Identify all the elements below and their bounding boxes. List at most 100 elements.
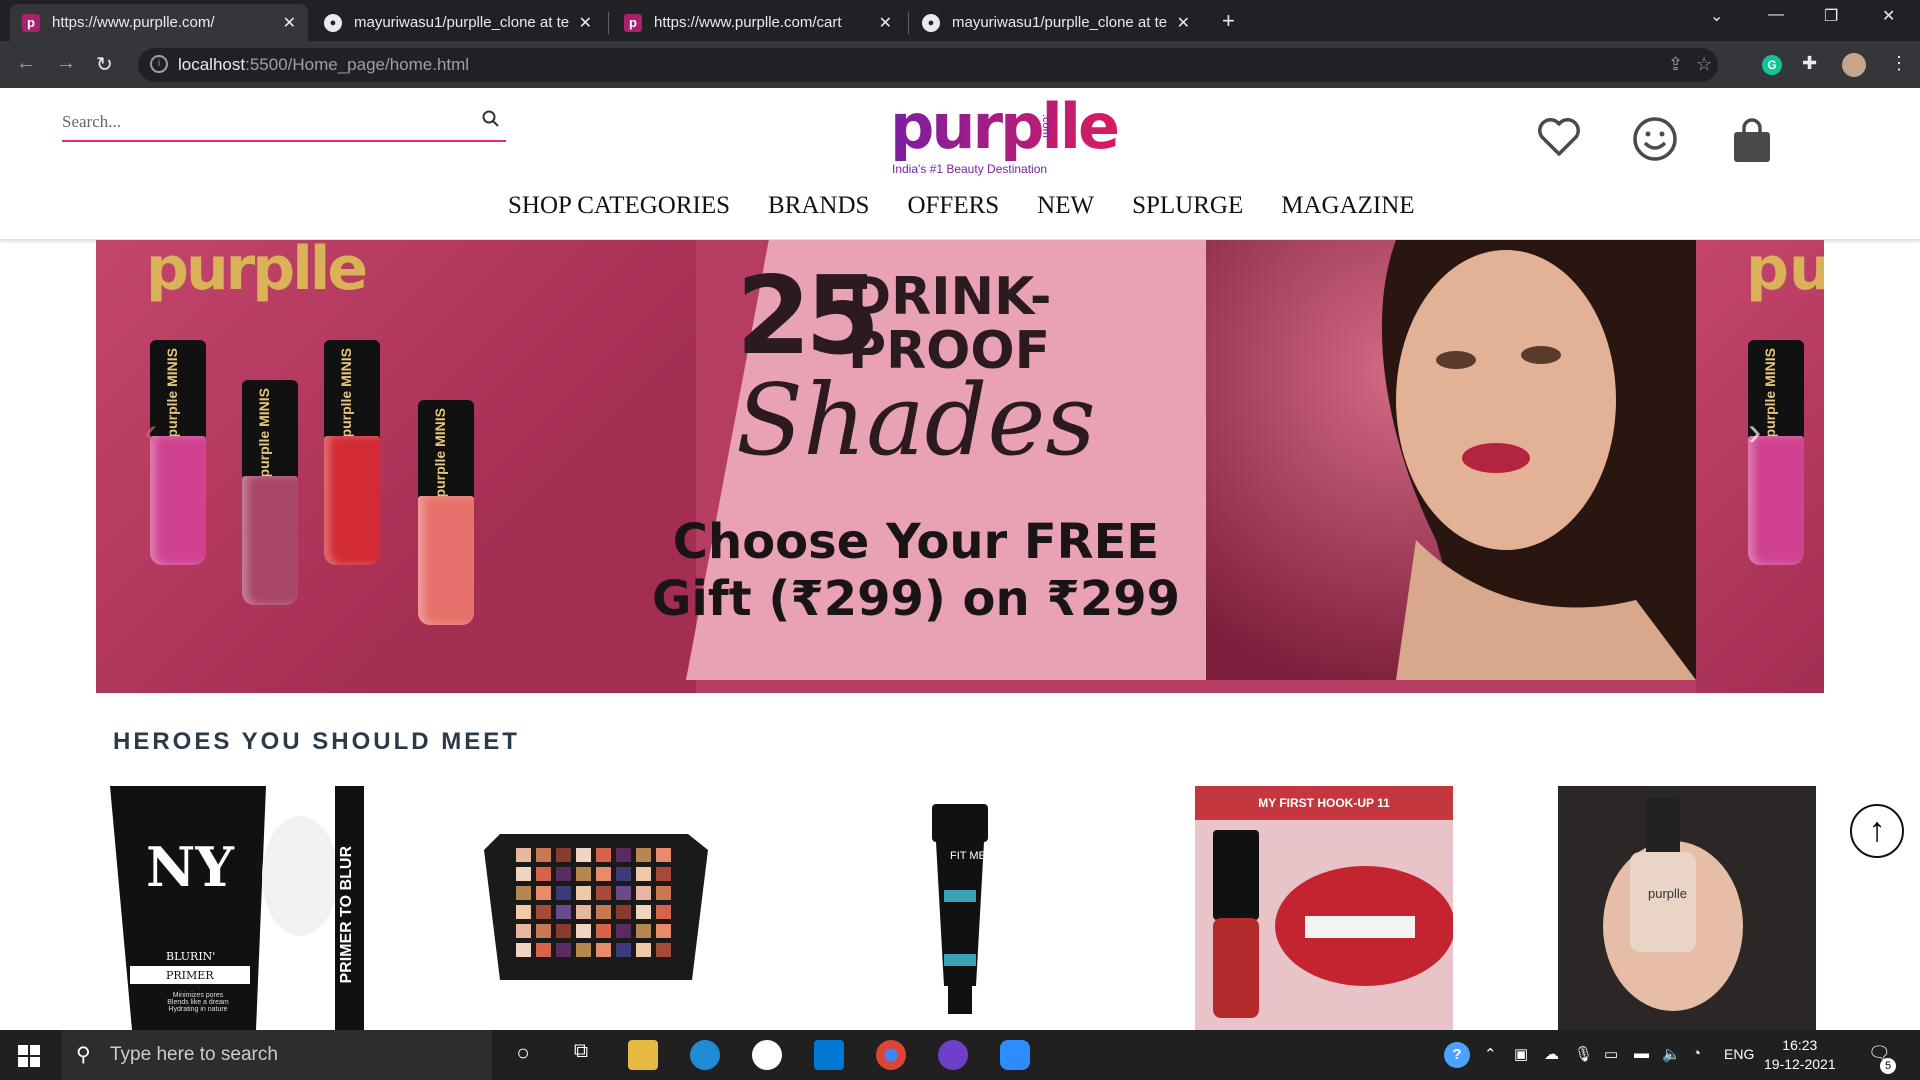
main-nav: SHOP CATEGORIES BRANDS OFFERS NEW SPLURG… (508, 192, 1415, 220)
purplle-logo[interactable]: purplle .com India's #1 Beauty Destinati… (890, 88, 1120, 180)
chrome-icon[interactable] (876, 1040, 906, 1070)
windows-start-icon[interactable] (18, 1045, 40, 1067)
palette-swatch (576, 886, 591, 900)
help-icon[interactable]: ? (1444, 1042, 1470, 1068)
palette-swatch (556, 867, 571, 881)
product-card-nail[interactable]: purplle (1558, 786, 1816, 1030)
microphone-icon[interactable]: 🎙 (1574, 1045, 1593, 1063)
browser-tab-3[interactable]: p https://www.purplle.com/cart ✕ (612, 4, 904, 41)
site-info-icon[interactable]: i (150, 55, 168, 73)
nav-offers[interactable]: OFFERS (907, 192, 999, 220)
palette-swatch (516, 905, 531, 919)
cortana-icon[interactable]: ○ (508, 1040, 538, 1070)
palette-swatch (556, 905, 571, 919)
product-card-lip[interactable]: MY FIRST HOOK-UP 11 (1195, 786, 1453, 1030)
hero-banner-carousel[interactable]: purplle pu purplle MINIS purplle MINIS p… (96, 240, 1824, 693)
forward-icon[interactable]: → (56, 52, 76, 75)
wishlist-heart-icon[interactable] (1536, 116, 1582, 163)
palette-swatch (616, 886, 631, 900)
taskbar-search[interactable]: ⚲ Type here to search (62, 1030, 492, 1080)
browser-tabbar: p https://www.purplle.com/ ✕ ● mayuriwas… (0, 0, 1920, 41)
palette-swatch (596, 924, 611, 938)
profile-avatar[interactable] (1842, 53, 1866, 77)
vscode-icon[interactable] (814, 1040, 844, 1070)
browser-tab-4[interactable]: ● mayuriwasu1/purplle_clone at te ✕ (910, 4, 1202, 41)
browser-toolbar: ← → ↻ i localhost:5500/Home_page/home.ht… (0, 41, 1920, 88)
palette-swatch (536, 943, 551, 957)
carousel-prev-icon[interactable]: ‹ (144, 410, 157, 455)
close-tab-icon[interactable]: ✕ (579, 13, 592, 33)
meet-now-icon[interactable]: ▣ (1514, 1045, 1528, 1063)
product-card-palette[interactable] (480, 786, 712, 1030)
site-header: purplle .com India's #1 Beauty Destinati… (0, 88, 1920, 240)
grammarly-extension-icon[interactable]: G (1762, 55, 1782, 75)
search-icon[interactable] (482, 110, 500, 133)
address-bar[interactable]: i localhost:5500/Home_page/home.html ⇪ ☆ (138, 48, 1718, 82)
browser-tab-1[interactable]: p https://www.purplle.com/ ✕ (10, 4, 308, 41)
browser-menu-icon[interactable]: ⋮ (1890, 53, 1908, 74)
banner-brand-logo: purplle (146, 240, 368, 304)
github-desktop-icon[interactable] (938, 1040, 968, 1070)
close-tab-icon[interactable]: ✕ (1177, 13, 1190, 33)
palette-swatch (636, 867, 651, 881)
close-tab-icon[interactable]: ✕ (879, 13, 892, 33)
wifi-icon[interactable]: ◔ (1692, 1045, 1701, 1062)
logo-wordmark: purplle (890, 90, 1120, 163)
palette-swatch (576, 943, 591, 957)
palette-swatch (536, 848, 551, 862)
close-tab-icon[interactable]: ✕ (283, 13, 296, 33)
onedrive-icon[interactable]: ☁ (1544, 1045, 1559, 1063)
display-icon[interactable]: ▭ (1604, 1045, 1618, 1063)
profile-smiley-icon[interactable] (1632, 116, 1678, 167)
nav-shop-categories[interactable]: SHOP CATEGORIES (508, 192, 730, 220)
share-icon[interactable]: ⇪ (1668, 54, 1683, 75)
palette-swatch (636, 905, 651, 919)
extensions-puzzle-icon[interactable]: ✚ (1802, 53, 1817, 74)
palette-swatch (636, 848, 651, 862)
file-explorer-icon[interactable] (628, 1040, 658, 1070)
volume-icon[interactable]: 🔈 (1662, 1045, 1681, 1063)
maximize-icon[interactable]: ❐ (1824, 6, 1838, 26)
nav-magazine[interactable]: MAGAZINE (1281, 192, 1414, 220)
github-favicon-icon: ● (324, 13, 342, 32)
palette-swatch (636, 943, 651, 957)
search-input[interactable] (62, 104, 442, 140)
clock[interactable]: 16:23 19-12-2021 (1764, 1036, 1836, 1074)
github-favicon-icon: ● (922, 13, 940, 32)
product-card-primer[interactable]: NY PRIMER TO BLUR BLURIN' PRIMER Minimiz… (110, 786, 364, 1030)
slack-icon[interactable] (752, 1040, 782, 1070)
back-icon[interactable]: ← (16, 52, 36, 75)
new-tab-icon[interactable]: + (1222, 8, 1235, 34)
language-indicator[interactable]: ENG (1724, 1046, 1754, 1062)
palette-swatch (616, 867, 631, 881)
url-text[interactable]: localhost:5500/Home_page/home.html (178, 55, 469, 75)
task-view-icon[interactable]: ⧉ (566, 1040, 596, 1070)
reload-icon[interactable]: ↻ (96, 52, 113, 77)
nav-brands[interactable]: BRANDS (768, 192, 869, 220)
palette-swatch (556, 886, 571, 900)
shopping-bag-icon[interactable] (1730, 118, 1774, 169)
close-window-icon[interactable]: ✕ (1882, 6, 1895, 26)
scroll-to-top-button[interactable]: ↑ (1850, 804, 1904, 858)
banner-brand-logo-next: pu (1746, 240, 1824, 304)
notification-count-badge: 5 (1880, 1058, 1896, 1074)
bookmark-star-icon[interactable]: ☆ (1696, 54, 1712, 75)
tab-search-chevron-icon[interactable]: ⌄ (1710, 6, 1723, 26)
search-box (62, 104, 506, 142)
palette-swatch (516, 943, 531, 957)
palette-swatch (576, 848, 591, 862)
battery-icon[interactable]: ▬ (1634, 1045, 1649, 1062)
zoom-icon[interactable] (1000, 1040, 1030, 1070)
nav-new[interactable]: NEW (1037, 192, 1094, 220)
carousel-next-icon[interactable]: › (1748, 410, 1761, 455)
nav-splurge[interactable]: SPLURGE (1132, 192, 1243, 220)
section-title-heroes: HEROES YOU SHOULD MEET (113, 728, 520, 755)
edge-icon[interactable] (690, 1040, 720, 1070)
palette-swatch (656, 905, 671, 919)
browser-tab-2[interactable]: ● mayuriwasu1/purplle_clone at te ✕ (312, 4, 604, 41)
product-card-concealer[interactable]: FIT ME (930, 786, 990, 1030)
minimize-icon[interactable]: — (1768, 6, 1784, 24)
palette-swatch (516, 867, 531, 881)
tray-expand-icon[interactable]: ⌃ (1484, 1045, 1497, 1063)
palette-swatch (656, 886, 671, 900)
